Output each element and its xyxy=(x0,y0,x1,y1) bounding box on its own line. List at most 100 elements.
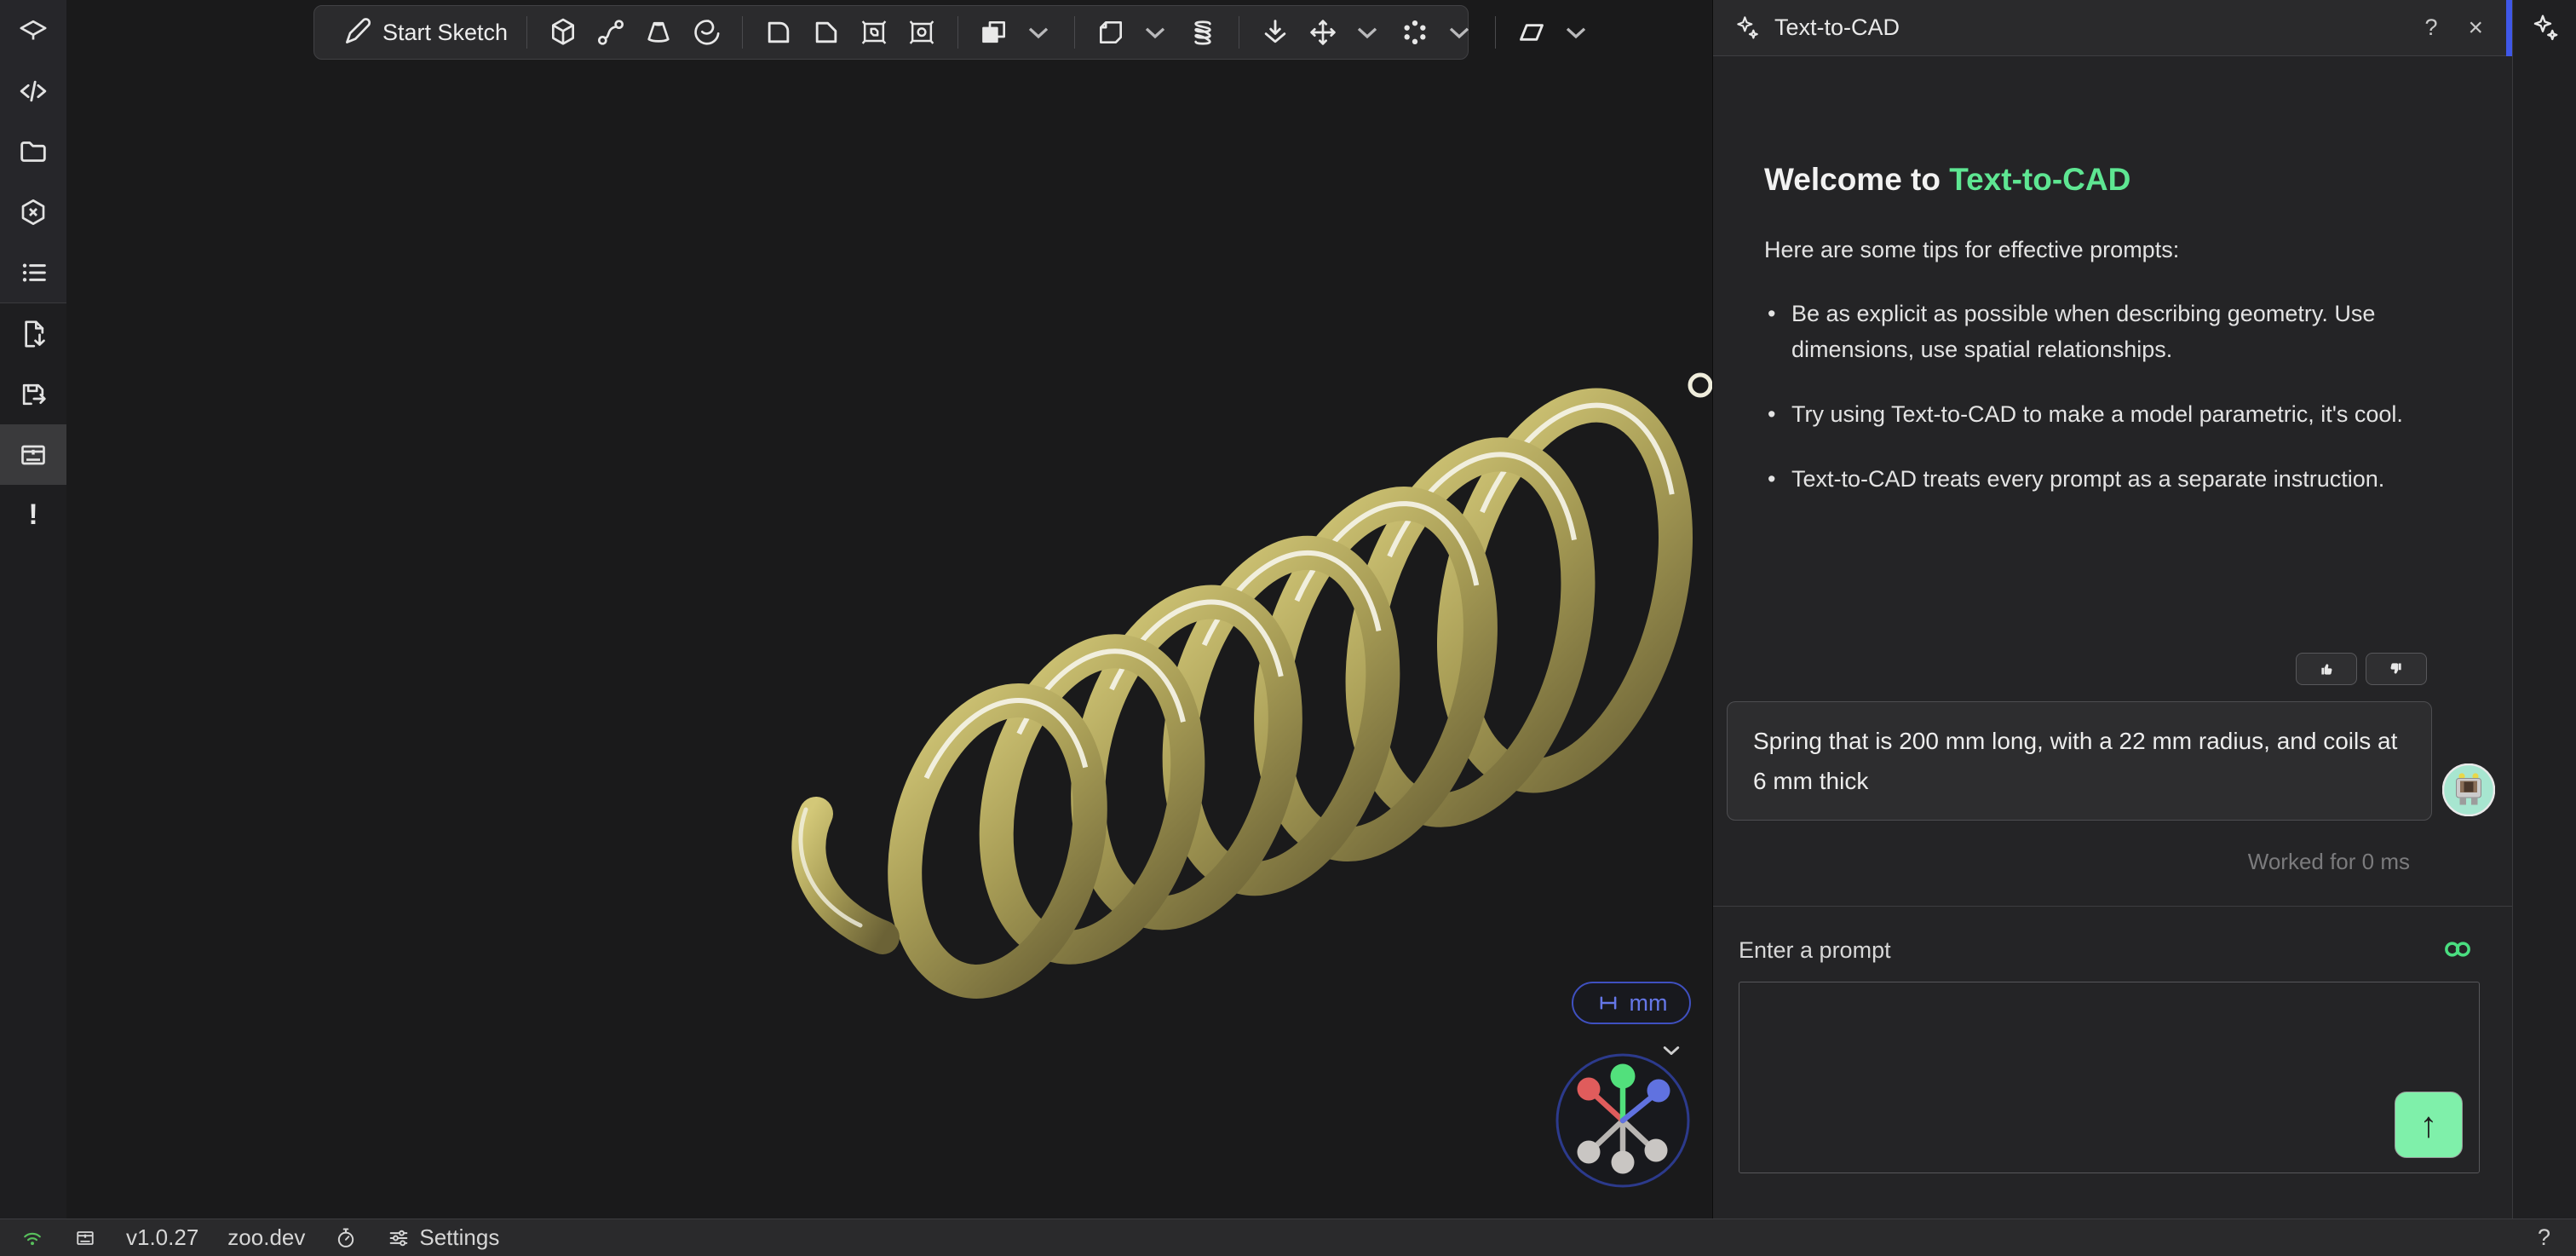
boolean-button[interactable] xyxy=(970,10,1062,55)
printer-3d-icon xyxy=(73,1226,97,1250)
start-sketch-button[interactable]: Start Sketch xyxy=(333,10,515,55)
insert-button[interactable] xyxy=(1251,10,1299,55)
sidebar-item-kcl-code[interactable] xyxy=(0,60,66,121)
left-sidebar-top-group xyxy=(0,0,66,302)
chevron-down-icon xyxy=(1442,15,1476,49)
export-file-icon xyxy=(16,317,50,351)
chamfer-3d-button[interactable] xyxy=(850,10,898,55)
sidebar-item-sketch[interactable] xyxy=(0,0,66,60)
tip-item: Be as explicit as possible when describi… xyxy=(1764,296,2463,367)
list-icon xyxy=(16,256,50,290)
loft-icon xyxy=(641,15,676,49)
toolbar-divider xyxy=(526,16,527,49)
gizmo-axis-neg-y[interactable] xyxy=(1612,1151,1635,1174)
unit-selector-button[interactable]: mm xyxy=(1572,982,1691,1024)
gizmo-axis-y[interactable] xyxy=(1611,1064,1636,1089)
submit-prompt-button[interactable]: ↑ xyxy=(2395,1092,2463,1158)
toolbar-divider xyxy=(1074,16,1075,49)
network-status-button[interactable] xyxy=(20,1226,44,1250)
timer-button[interactable] xyxy=(334,1226,358,1250)
gizmo-axis-z[interactable] xyxy=(1647,1080,1670,1103)
variables-icon xyxy=(16,195,50,229)
up-arrow-icon: ↑ xyxy=(2420,1104,2438,1145)
settings-button[interactable]: Settings xyxy=(387,1224,499,1251)
welcome-prefix: Welcome to xyxy=(1764,162,1949,197)
fillet-button[interactable] xyxy=(755,10,802,55)
helix-icon xyxy=(1186,15,1220,49)
plane-button[interactable] xyxy=(1508,10,1600,55)
panel-header: Text-to-CAD ? × xyxy=(1713,0,2512,56)
status-help-button[interactable]: ? xyxy=(2538,1224,2556,1251)
toolbar-divider xyxy=(742,16,743,49)
thumbs-up-icon xyxy=(2315,658,2337,680)
thumbs-up-button[interactable] xyxy=(2296,653,2357,685)
left-sidebar: ! xyxy=(0,0,66,1219)
toolbar-divider xyxy=(957,16,958,49)
gizmo-axis-neg-z[interactable] xyxy=(1645,1139,1668,1162)
infinity-icon[interactable] xyxy=(2441,932,2475,966)
ruler-icon xyxy=(1596,990,1621,1016)
sparkles-icon xyxy=(1734,14,1761,42)
circular-pattern-icon xyxy=(1398,15,1432,49)
sparkles-icon xyxy=(2530,13,2561,43)
revolve-button[interactable] xyxy=(682,10,730,55)
thumbs-down-button[interactable] xyxy=(2366,653,2427,685)
gizmo-axis-neg-x[interactable] xyxy=(1578,1141,1601,1164)
extrude-button[interactable] xyxy=(539,10,587,55)
gizmo-axis-x[interactable] xyxy=(1578,1078,1601,1101)
sidebar-item-machine[interactable] xyxy=(0,424,66,485)
app-version[interactable]: v1.0.27 xyxy=(126,1224,198,1251)
app-window: ! Start Sketch xyxy=(0,0,2576,1256)
boolean-icon xyxy=(977,15,1011,49)
panel-title: Text-to-CAD xyxy=(1774,14,1900,41)
right-sidebar xyxy=(2512,0,2576,1256)
sidebar-item-export[interactable] xyxy=(0,303,66,364)
sweep-button[interactable] xyxy=(587,10,635,55)
thumbs-down-icon xyxy=(2385,658,2407,680)
3d-viewport[interactable] xyxy=(66,0,1712,1219)
start-sketch-label: Start Sketch xyxy=(382,20,508,46)
sweep-icon xyxy=(594,15,628,49)
tip-item: Try using Text-to-CAD to make a model pa… xyxy=(1764,396,2463,432)
prompt-message-text: Spring that is 200 mm long, with a 22 mm… xyxy=(1753,728,2397,794)
machine-status-button[interactable] xyxy=(73,1226,97,1250)
status-bar: v1.0.27 zoo.dev Settings ? xyxy=(0,1219,2576,1256)
prompt-textarea[interactable] xyxy=(1739,982,2480,1173)
sidebar-item-save[interactable] xyxy=(0,364,66,424)
welcome-highlight: Text-to-CAD xyxy=(1949,162,2130,197)
loft-button[interactable] xyxy=(635,10,682,55)
move-button[interactable] xyxy=(1299,10,1391,55)
printer-3d-icon xyxy=(16,438,50,472)
circular-pattern-button[interactable] xyxy=(1391,10,1483,55)
panel-help-button[interactable]: ? xyxy=(2416,11,2446,44)
sidebar-item-variables[interactable] xyxy=(0,181,66,242)
panel-close-button[interactable]: × xyxy=(2459,10,2492,46)
sliders-icon xyxy=(387,1226,411,1250)
tip-item: Text-to-CAD treats every prompt as a sep… xyxy=(1764,461,2463,497)
code-icon xyxy=(16,74,50,108)
user-avatar xyxy=(2442,763,2495,816)
zoo-dev-link[interactable]: zoo.dev xyxy=(227,1224,305,1251)
sidebar-item-text-to-cad[interactable] xyxy=(2513,0,2576,56)
active-panel-indicator xyxy=(2506,0,2512,56)
offset-plane-button[interactable] xyxy=(1087,10,1179,55)
sidebar-item-feature-tree[interactable] xyxy=(0,242,66,302)
chevron-down-icon xyxy=(1138,15,1172,49)
orientation-gizmo[interactable] xyxy=(1551,1049,1694,1192)
chamfer-icon xyxy=(809,15,843,49)
sidebar-item-project-files[interactable] xyxy=(0,121,66,181)
text-to-cad-panel: Text-to-CAD ? × Welcome to Text-to-CAD H… xyxy=(1712,0,2512,1256)
sidebar-item-debug[interactable]: ! xyxy=(0,485,66,545)
unit-label: mm xyxy=(1630,990,1668,1017)
helix-button[interactable] xyxy=(1179,10,1227,55)
chamfer-button[interactable] xyxy=(802,10,850,55)
prompt-message-card[interactable]: Spring that is 200 mm long, with a 22 mm… xyxy=(1727,701,2432,821)
sketch-plane-icon xyxy=(16,14,50,48)
fillet-3d-button[interactable] xyxy=(898,10,946,55)
tips-intro: Here are some tips for effective prompts… xyxy=(1764,237,2463,263)
prompt-label: Enter a prompt xyxy=(1739,937,1891,964)
toolbar-divider xyxy=(1495,16,1496,49)
folder-icon xyxy=(16,135,50,169)
chevron-down-icon xyxy=(1559,15,1593,49)
pencil-icon xyxy=(340,15,374,49)
